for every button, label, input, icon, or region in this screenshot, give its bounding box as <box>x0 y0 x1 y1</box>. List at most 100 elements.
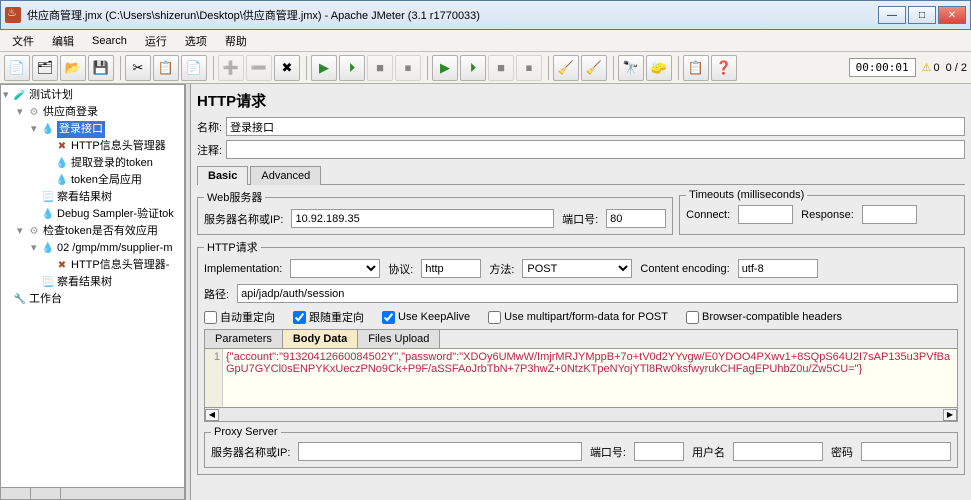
new-button[interactable]: 📄 <box>4 55 30 81</box>
tree-http-sampler[interactable]: 登录接口 <box>57 121 105 138</box>
proxy-pass-input[interactable] <box>861 442 951 461</box>
function-helper-button[interactable]: 📋 <box>683 55 709 81</box>
response-input[interactable] <box>862 205 917 224</box>
remote-start-all-button[interactable]: ⏵ <box>460 55 486 81</box>
remote-start-button[interactable]: ▶ <box>432 55 458 81</box>
search-button[interactable]: 🔭 <box>618 55 644 81</box>
line-gutter: 1 <box>205 349 223 407</box>
tree-results-tree-2[interactable]: 察看结果树 <box>57 274 112 291</box>
port-label: 端口号: <box>562 211 598 227</box>
chk-multipart[interactable]: Use multipart/form-data for POST <box>488 311 668 324</box>
chk-keepalive[interactable]: Use KeepAlive <box>382 311 470 324</box>
proxy-user-input[interactable] <box>733 442 823 461</box>
menu-run[interactable]: 运行 <box>137 31 175 51</box>
window-titlebar: 供应商管理.jmx (C:\Users\shizerun\Desktop\供应商… <box>0 0 971 30</box>
remote-stop-button[interactable]: ■ <box>488 55 514 81</box>
path-input[interactable] <box>237 284 958 303</box>
tree-header-mgr-2[interactable]: HTTP信息头管理器- <box>71 257 169 274</box>
impl-select[interactable] <box>290 259 380 278</box>
tree-results-tree[interactable]: 察看结果树 <box>57 189 112 206</box>
chk-browser[interactable]: Browser-compatible headers <box>686 311 842 324</box>
minimize-button[interactable]: — <box>878 6 906 24</box>
toggle-button[interactable]: ✖ <box>274 55 300 81</box>
connect-input[interactable] <box>738 205 793 224</box>
proxy-pass-label: 密码 <box>831 444 853 460</box>
proxy-server-label: 服务器名称或IP: <box>211 444 290 460</box>
stop-button[interactable]: ■ <box>367 55 393 81</box>
tree-root[interactable]: 测试计划 <box>29 87 73 104</box>
proto-label: 协议: <box>388 261 413 277</box>
menu-help[interactable]: 帮助 <box>217 31 255 51</box>
tree-extractor[interactable]: 提取登录的token <box>71 155 153 172</box>
proxy-legend: Proxy Server <box>211 426 281 438</box>
server-label: 服务器名称或IP: <box>204 211 283 227</box>
chk-redirect-follow[interactable]: 跟随重定向 <box>293 309 364 325</box>
tree-workbench[interactable]: 工作台 <box>29 291 62 308</box>
horizontal-scrollbar[interactable]: ◀ ▶ <box>204 408 958 422</box>
tree-token-global[interactable]: token全局应用 <box>71 172 142 189</box>
menu-search[interactable]: Search <box>84 33 135 49</box>
maximize-button[interactable]: □ <box>908 6 936 24</box>
timeouts-legend: Timeouts (milliseconds) <box>686 189 807 201</box>
close-button[interactable]: ✕ <box>938 6 966 24</box>
toolbar: 📄 🗂 📂 💾 ✂ 📋 📄 ➕ ➖ ✖ ▶ ⏵ ■ ⏹ ▶ ⏵ ■ ⏹ 🧹 🧹 … <box>0 52 971 84</box>
start-notimers-button[interactable]: ⏵ <box>339 55 365 81</box>
name-input[interactable] <box>226 117 965 136</box>
tree-header-mgr[interactable]: HTTP信息头管理器 <box>71 138 166 155</box>
expand-button[interactable]: ➕ <box>218 55 244 81</box>
name-label: 名称: <box>197 119 222 135</box>
templates-button[interactable]: 🗂 <box>32 55 58 81</box>
save-button[interactable]: 💾 <box>88 55 114 81</box>
comment-input[interactable] <box>226 140 965 159</box>
window-title: 供应商管理.jmx (C:\Users\shizerun\Desktop\供应商… <box>27 7 480 23</box>
port-input[interactable] <box>606 209 666 228</box>
response-label: Response: <box>801 209 854 221</box>
cut-button[interactable]: ✂ <box>125 55 151 81</box>
tree-thread-group[interactable]: 供应商登录 <box>43 104 98 121</box>
enc-label: Content encoding: <box>640 263 729 275</box>
warning-indicator: ⚠0 <box>922 61 940 74</box>
method-select[interactable]: POST <box>522 259 632 278</box>
menu-options[interactable]: 选项 <box>177 31 215 51</box>
clear-button[interactable]: 🧹 <box>553 55 579 81</box>
start-button[interactable]: ▶ <box>311 55 337 81</box>
tab-basic[interactable]: Basic <box>197 166 248 185</box>
proxy-port-input[interactable] <box>634 442 684 461</box>
proxy-server-input[interactable] <box>298 442 581 461</box>
httpreq-legend: HTTP请求 <box>204 239 261 255</box>
app-icon <box>5 7 21 23</box>
shutdown-button[interactable]: ⏹ <box>395 55 421 81</box>
paste-button[interactable]: 📄 <box>181 55 207 81</box>
remote-shutdown-button[interactable]: ⏹ <box>516 55 542 81</box>
collapse-button[interactable]: ➖ <box>246 55 272 81</box>
subtab-parameters[interactable]: Parameters <box>205 330 283 348</box>
scroll-right-button[interactable]: ▶ <box>943 409 957 421</box>
subtab-body-data[interactable]: Body Data <box>283 330 358 348</box>
tree-debug-sampler[interactable]: Debug Sampler-验证tok <box>57 206 174 223</box>
menu-file[interactable]: 文件 <box>4 31 42 51</box>
menu-bar: 文件 编辑 Search 运行 选项 帮助 <box>0 30 971 52</box>
subtab-files-upload[interactable]: Files Upload <box>358 330 440 348</box>
panel-title: HTTP请求 <box>197 90 965 111</box>
test-plan-tree[interactable]: ▾🧪测试计划 ▾⚙供应商登录 ▾💧登录接口 ✖HTTP信息头管理器 💧提取登录的… <box>0 84 185 500</box>
path-label: 路径: <box>204 286 229 302</box>
reset-search-button[interactable]: 🧽 <box>646 55 672 81</box>
open-button[interactable]: 📂 <box>60 55 86 81</box>
scroll-left-button[interactable]: ◀ <box>205 409 219 421</box>
chk-redirect-auto[interactable]: 自动重定向 <box>204 309 275 325</box>
enc-input[interactable] <box>738 259 818 278</box>
tree-thread-group-2[interactable]: 检查token是否有效应用 <box>43 223 158 240</box>
menu-edit[interactable]: 编辑 <box>44 31 82 51</box>
tab-advanced[interactable]: Advanced <box>250 166 321 185</box>
impl-label: Implementation: <box>204 263 282 275</box>
proxy-user-label: 用户名 <box>692 444 725 460</box>
thread-count: 0 / 2 <box>946 62 967 74</box>
proto-input[interactable] <box>421 259 481 278</box>
body-data-editor[interactable]: 1 {"account":"91320412660084502Y","passw… <box>204 348 958 408</box>
body-data-text[interactable]: {"account":"91320412660084502Y","passwor… <box>223 349 957 407</box>
tree-http-sampler-2[interactable]: 02 /gmp/mm/supplier-m <box>57 240 173 257</box>
server-input[interactable] <box>291 209 554 228</box>
copy-button[interactable]: 📋 <box>153 55 179 81</box>
help-button[interactable]: ❓ <box>711 55 737 81</box>
clear-all-button[interactable]: 🧹 <box>581 55 607 81</box>
